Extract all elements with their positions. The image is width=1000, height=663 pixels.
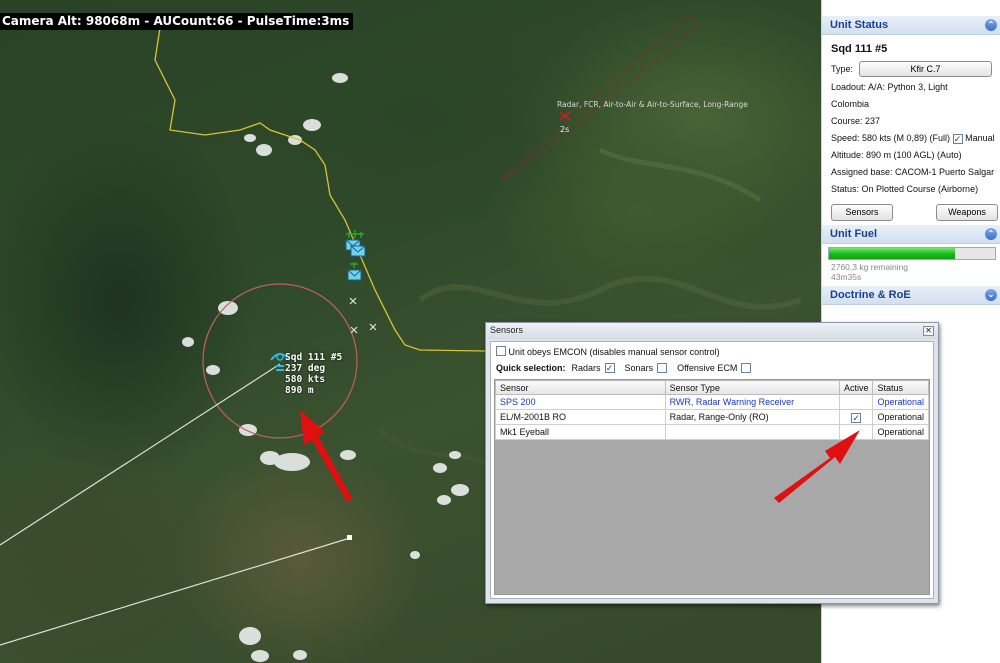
unit-speed-row: Speed: 580 kts (M 0,89) (Full) ✓ Manual: [831, 130, 995, 147]
unit-type-button[interactable]: Kfir C.7: [859, 61, 992, 77]
unit-map-speed: 580 kts: [285, 374, 326, 385]
unit-assigned-base: Assigned base: CACOM-1 Puerto Salgar: [831, 167, 995, 177]
fuel-remaining: 2760,3 kg remaining: [831, 262, 909, 272]
unit-loadout: Loadout: A/A: Python 3, Light: [831, 82, 948, 92]
sensor-type: RWR, Radar Warning Receiver: [664, 394, 840, 410]
quick-ecm-checkbox[interactable]: [741, 363, 752, 373]
unit-status-header[interactable]: Unit Status ⌃: [822, 16, 1000, 35]
waypoint-marker: [347, 535, 352, 540]
panel-spacer: [822, 0, 1000, 16]
sensor-name: EL/M-2001B RO: [495, 409, 666, 425]
quick-sonars-label: Sonars: [624, 363, 654, 373]
sensors-dialog: Sensors ✕ Unit obeys EMCON (disables man…: [485, 322, 939, 604]
collapse-icon[interactable]: ⌃: [985, 228, 997, 240]
unit-speed: Speed: 580 kts (M 0,89) (Full): [831, 133, 951, 143]
airbase-icon[interactable]: [345, 230, 366, 281]
sensor-active-cell: [838, 394, 874, 410]
sensor-name: SPS 200: [495, 394, 666, 410]
quick-selection-row: Quick selection: Radars ✓ Sonars Offensi…: [491, 361, 933, 376]
annotation-arrow-dialog: [774, 430, 860, 503]
radar-cone: [499, 14, 699, 181]
sensor-name: Mk1 Eyeball: [495, 424, 666, 440]
sensor-status: Operational: [872, 424, 929, 440]
close-icon[interactable]: ✕: [923, 326, 934, 336]
table-row[interactable]: SPS 200 RWR, Radar Warning Receiver Oper…: [495, 394, 929, 410]
weapons-button[interactable]: Weapons: [936, 204, 998, 221]
manual-checkbox[interactable]: ✓: [952, 134, 963, 144]
sensors-dialog-titlebar[interactable]: Sensors ✕: [486, 323, 938, 339]
unit-map-name: Sqd 111 #5: [285, 352, 343, 363]
doctrine-header[interactable]: Doctrine & RoE ⌄: [822, 286, 1000, 305]
radar-contact-label: Radar, FCR, Air-to-Air & Air-to-Surface,…: [557, 100, 748, 109]
fuel-bar: [828, 247, 996, 260]
unit-status-text: Status: On Plotted Course (Airborne): [831, 184, 979, 194]
expand-icon[interactable]: ⌄: [985, 289, 997, 301]
radar-contact-icon: [559, 111, 571, 121]
unit-fuel-header[interactable]: Unit Fuel ⌃: [822, 225, 1000, 244]
emcon-row: Unit obeys EMCON (disables manual sensor…: [491, 342, 933, 361]
unit-course: Course: 237: [831, 116, 881, 126]
route-line: [0, 537, 351, 646]
unit-altitude: Altitude: 890 m (100 AGL) (Auto): [831, 150, 962, 160]
column-header-sensor-type[interactable]: Sensor Type: [664, 380, 840, 395]
unit-type-label: Type:: [831, 64, 854, 74]
quick-sonars-checkbox[interactable]: [657, 363, 668, 373]
quick-radars-checkbox[interactable]: ✓: [604, 363, 615, 373]
quick-selection-label: Quick selection:: [496, 363, 566, 373]
quick-ecm-label: Offensive ECM: [677, 363, 738, 373]
quick-radars-label: Radars: [571, 363, 601, 373]
sensor-status: Operational: [872, 394, 929, 410]
x-markers: [349, 297, 377, 334]
radar-contact-time: 2s: [560, 125, 570, 134]
camera-readout: Camera Alt: 98068m - AUCount:66 - PulseT…: [0, 13, 354, 30]
manual-label: Manual: [965, 133, 995, 143]
sensor-status: Operational: [872, 409, 929, 425]
fuel-time: 43m35s: [831, 272, 862, 282]
column-header-status[interactable]: Status: [872, 380, 929, 395]
unit-map-heading: 237 deg: [285, 363, 326, 374]
red-arrow-icon: [774, 430, 860, 503]
emcon-label: Unit obeys EMCON (disables manual sensor…: [508, 347, 720, 357]
unit-name: Sqd 111 #5: [831, 43, 888, 55]
unit-type-row: Type: Kfir C.7: [831, 60, 992, 78]
sensors-dialog-title: Sensors: [490, 325, 524, 335]
collapse-icon[interactable]: ⌃: [985, 19, 997, 31]
column-header-sensor[interactable]: Sensor: [495, 380, 666, 395]
unit-fuel-title: Unit Fuel: [830, 228, 878, 240]
sensors-table-header: Sensor Sensor Type Active Status: [495, 380, 929, 395]
unit-country: Colombia: [831, 99, 870, 109]
unit-map-label[interactable]: Sqd 111 #5 237 deg 580 kts 890 m: [285, 352, 342, 396]
unit-action-buttons: Sensors Weapons: [822, 200, 1000, 225]
border-line: [154, 14, 486, 352]
route-line: [0, 363, 281, 546]
unit-fuel-body: 2760,3 kg remaining 43m35s: [822, 244, 1000, 286]
sensors-button[interactable]: Sensors: [831, 204, 893, 221]
unit-status-title: Unit Status: [830, 19, 889, 31]
column-header-active[interactable]: Active: [838, 380, 874, 395]
emcon-checkbox[interactable]: [496, 346, 506, 356]
doctrine-title: Doctrine & RoE: [830, 289, 911, 301]
unit-status-body: Sqd 111 #5 Type: Kfir C.7 Loadout: A/A: …: [822, 35, 1000, 202]
fuel-bar-fill: [829, 248, 956, 259]
unit-map-altitude: 890 m: [285, 385, 314, 396]
